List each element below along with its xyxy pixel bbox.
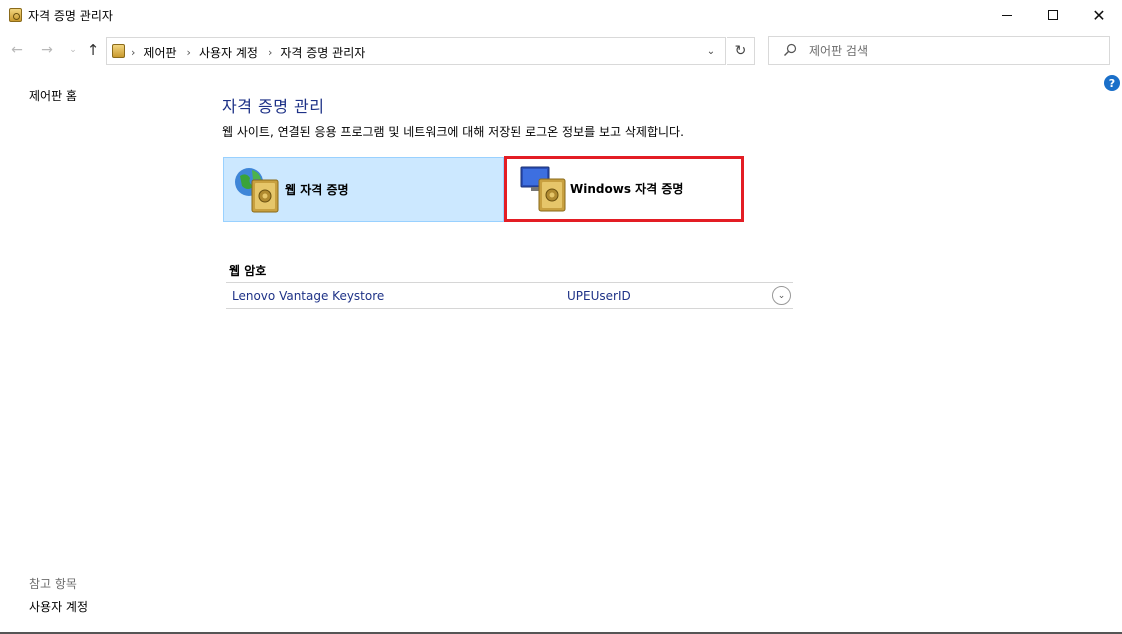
tab-web-credentials-label: 웹 자격 증명 xyxy=(285,183,349,197)
credential-manager-icon xyxy=(9,8,22,22)
address-bar[interactable]: › 제어판 › 사용자 계정 › 자격 증명 관리자 ⌄ xyxy=(106,37,726,65)
search-input[interactable] xyxy=(809,42,1099,60)
page-title: 자격 증명 관리 xyxy=(222,97,325,116)
page-description: 웹 사이트, 연결된 응용 프로그램 및 네트워크에 대해 저장된 로그온 정보… xyxy=(222,125,684,139)
breadcrumb-separator-icon[interactable]: › xyxy=(187,46,191,59)
credential-user: UPEUserID xyxy=(567,289,631,303)
control-panel-home-link[interactable]: 제어판 홈 xyxy=(29,87,77,104)
refresh-button[interactable]: ↻ xyxy=(727,37,755,65)
window-title: 자격 증명 관리자 xyxy=(28,9,113,23)
maximize-icon xyxy=(1048,10,1058,20)
address-dropdown-chevron-icon[interactable]: ⌄ xyxy=(703,42,719,60)
breadcrumb-credential-manager[interactable]: 자격 증명 관리자 xyxy=(280,44,365,61)
forward-arrow-icon[interactable]: → xyxy=(38,40,56,60)
maximize-button[interactable] xyxy=(1030,0,1076,30)
search-icon xyxy=(784,43,797,56)
credential-row[interactable]: Lenovo Vantage Keystore UPEUserID ⌄ xyxy=(226,282,793,309)
globe-vault-icon xyxy=(235,168,279,213)
user-accounts-link[interactable]: 사용자 계정 xyxy=(29,598,88,615)
search-box[interactable] xyxy=(768,36,1110,65)
breadcrumb-separator-icon[interactable]: › xyxy=(131,46,135,59)
minimize-button[interactable] xyxy=(984,0,1030,30)
breadcrumb-separator-icon[interactable]: › xyxy=(268,46,272,59)
back-arrow-icon[interactable]: ← xyxy=(8,40,26,60)
minimize-icon xyxy=(1002,14,1012,16)
web-passwords-heading: 웹 암호 xyxy=(229,264,267,278)
highlight-box xyxy=(504,156,744,222)
help-icon[interactable]: ? xyxy=(1104,75,1120,91)
breadcrumb: › 제어판 › 사용자 계정 › 자격 증명 관리자 xyxy=(131,44,375,61)
control-panel-icon xyxy=(112,44,125,58)
breadcrumb-control-panel[interactable]: 제어판 xyxy=(143,44,176,61)
see-also-heading: 참고 항목 xyxy=(29,577,77,591)
up-arrow-icon[interactable]: ↑ xyxy=(84,40,102,60)
expand-chevron-icon[interactable]: ⌄ xyxy=(772,286,791,305)
close-button[interactable]: ✕ xyxy=(1076,0,1122,30)
title-bar: 자격 증명 관리자 ✕ xyxy=(0,0,1122,30)
recent-locations-chevron-icon[interactable]: ⌄ xyxy=(64,40,82,60)
breadcrumb-user-accounts[interactable]: 사용자 계정 xyxy=(199,44,258,61)
credential-name[interactable]: Lenovo Vantage Keystore xyxy=(232,289,384,303)
tab-web-credentials[interactable]: 웹 자격 증명 xyxy=(223,157,504,222)
